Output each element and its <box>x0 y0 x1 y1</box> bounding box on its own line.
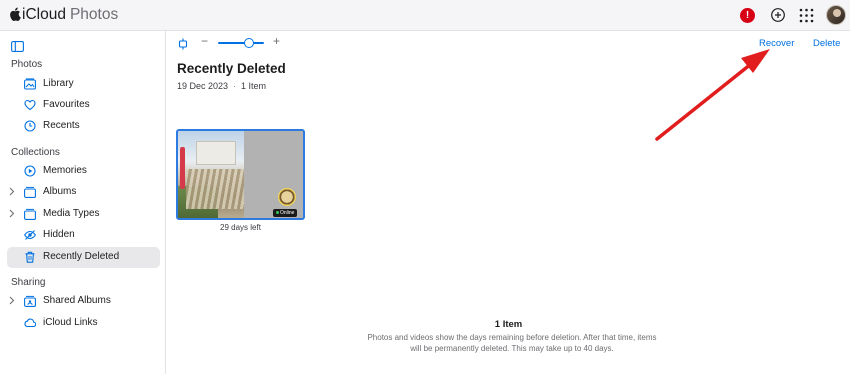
separator-dot: · <box>233 81 237 91</box>
page-title: Recently Deleted <box>177 61 286 76</box>
brand-photos-text: Photos <box>69 6 119 23</box>
profile-sticker-icon <box>278 188 296 206</box>
avatar[interactable] <box>826 5 846 25</box>
photo-blank-area <box>244 131 303 218</box>
section-title-collections: Collections <box>11 147 60 158</box>
sidebar-toggle-icon[interactable] <box>11 39 24 52</box>
date-label: 19 Dec 2023 <box>177 81 229 91</box>
app-brand[interactable]: iCloud Photos <box>9 6 118 24</box>
footer-description: Photos and videos show the days remainin… <box>367 333 657 353</box>
sidebar-item-label: Hidden <box>43 229 75 240</box>
sidebar-item-label: Shared Albums <box>43 295 111 306</box>
section-title-sharing: Sharing <box>11 277 46 288</box>
recover-button[interactable]: Recover <box>759 38 794 49</box>
cloud-link-icon <box>24 317 37 329</box>
alert-icon[interactable]: ! <box>740 8 755 23</box>
main-content: − + Recover Delete Recently Deleted 19 D… <box>167 31 850 374</box>
sidebar-item-recently-deleted[interactable]: Recently Deleted <box>7 247 160 268</box>
photo-thumbnail[interactable]: Online <box>176 129 305 220</box>
sidebar-item-recents[interactable]: Recents <box>7 116 160 137</box>
heart-icon <box>24 99 36 111</box>
eye-icon <box>24 229 36 241</box>
sidebar-item-media-types[interactable]: Media Types <box>7 204 160 225</box>
media-types-icon <box>24 208 36 220</box>
sidebar-item-label: Favourites <box>43 99 90 110</box>
shared-albums-icon <box>24 295 36 307</box>
photo-image <box>178 131 244 218</box>
date-subtitle: 19 Dec 2023 · 1 Item <box>177 81 266 91</box>
sidebar-item-memories[interactable]: Memories <box>7 161 160 182</box>
sidebar-item-favourites[interactable]: Favourites <box>7 95 160 116</box>
zoom-in-button[interactable]: + <box>273 34 280 48</box>
clock-icon <box>24 120 36 132</box>
delete-button[interactable]: Delete <box>813 38 840 49</box>
sidebar-item-icloud-links[interactable]: iCloud Links <box>7 313 160 334</box>
item-count-label: 1 Item <box>241 81 267 91</box>
zoom-out-button[interactable]: − <box>201 34 208 48</box>
add-icon[interactable] <box>770 7 786 23</box>
zoom-slider-handle[interactable] <box>244 38 254 48</box>
zoom-slider[interactable] <box>218 42 264 44</box>
memories-icon <box>24 165 36 177</box>
chevron-right-icon[interactable] <box>9 209 15 220</box>
section-title-photos: Photos <box>11 59 43 70</box>
sidebar-item-albums[interactable]: Albums <box>7 182 160 203</box>
sidebar-item-label: Memories <box>43 165 87 176</box>
days-left-caption: 29 days left <box>220 223 261 232</box>
apps-grid-icon[interactable] <box>799 8 814 23</box>
sidebar-item-library[interactable]: Library <box>7 74 160 95</box>
top-bar: iCloud Photos ! <box>0 0 850 31</box>
brand-icloud-text: iCloud <box>22 6 66 23</box>
fit-to-window-icon[interactable] <box>177 37 189 50</box>
sidebar-item-label: Media Types <box>43 208 100 219</box>
apple-logo-icon <box>9 7 21 24</box>
online-badge: Online <box>273 209 298 217</box>
chevron-right-icon[interactable] <box>9 296 15 307</box>
library-icon <box>24 78 36 90</box>
sidebar-item-label: iCloud Links <box>43 317 98 328</box>
chevron-right-icon[interactable] <box>9 187 15 198</box>
sidebar-item-hidden[interactable]: Hidden <box>7 225 160 246</box>
sidebar: Photos Library Favourites Recents Collec… <box>0 31 166 374</box>
sidebar-item-label: Library <box>43 78 74 89</box>
trash-icon <box>24 251 36 263</box>
sidebar-item-label: Albums <box>43 186 77 197</box>
sidebar-item-label: Recents <box>43 120 80 131</box>
footer-item-count: 1 Item <box>494 319 523 330</box>
sidebar-item-shared-albums[interactable]: Shared Albums <box>7 291 160 312</box>
albums-icon <box>24 186 36 198</box>
sidebar-item-label: Recently Deleted <box>43 251 120 262</box>
